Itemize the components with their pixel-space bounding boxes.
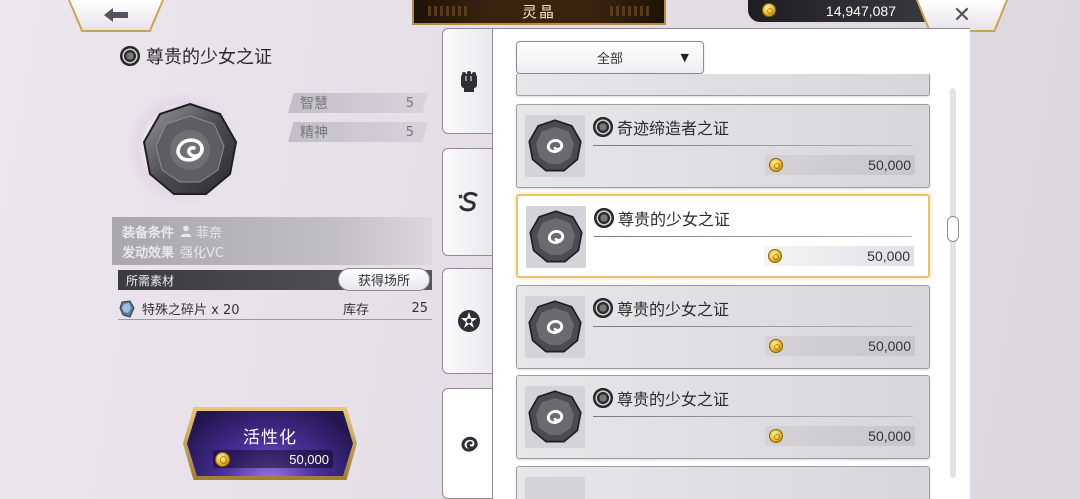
card-title: 尊贵的少女之证 xyxy=(594,206,730,230)
tab-star-emblem[interactable] xyxy=(442,268,494,374)
card-thumbnail xyxy=(525,477,585,499)
list-card[interactable]: 尊贵的少女之证 50,000 xyxy=(516,375,930,459)
card-price: 50,000 xyxy=(765,426,915,446)
star-emblem-icon xyxy=(457,310,480,332)
crystal-gem-icon xyxy=(528,300,582,353)
back-arrow-icon xyxy=(104,8,128,22)
screen-title-plate: 灵晶 xyxy=(414,0,664,23)
emblem-badge-icon xyxy=(593,117,613,137)
activate-label[interactable]: 活性化 xyxy=(187,423,353,448)
gold-coin-icon xyxy=(762,3,776,17)
gold-coin-icon xyxy=(768,249,782,263)
effect-label: 发动效果 xyxy=(122,245,175,261)
equip-conditions-box: 装备条件 菲奈 发动效果 强化VC xyxy=(112,217,432,265)
card-price-value: 50,000 xyxy=(868,428,911,444)
title-ornament-left xyxy=(428,6,468,16)
person-icon xyxy=(180,225,192,237)
currency-display: 14,947,087 xyxy=(748,0,938,22)
filter-dropdown[interactable]: 全部 ▼ xyxy=(516,41,704,74)
scrollbar-thumb[interactable] xyxy=(947,216,959,242)
currency-amount: 14,947,087 xyxy=(825,3,896,19)
activate-cost-value: 50,000 xyxy=(289,451,329,467)
emblem-badge-icon xyxy=(593,298,613,318)
tab-swirl[interactable] xyxy=(442,388,494,499)
list-card[interactable]: 奇迹缔造者之证 50,000 xyxy=(516,104,930,188)
close-icon: ✕ xyxy=(952,2,972,28)
card-price: 50,000 xyxy=(765,336,915,356)
stat-row-wisdom: 智慧 5 xyxy=(288,93,428,113)
obtain-location-label: 获得场所 xyxy=(357,274,410,289)
item-name: 尊贵的少女之证 xyxy=(146,47,272,68)
gold-coin-icon xyxy=(769,429,783,443)
crystal-gem-icon xyxy=(528,119,582,172)
crystal-gem-icon xyxy=(528,390,582,443)
list-card-partial-top[interactable] xyxy=(516,74,930,96)
title-ornament-right xyxy=(610,6,650,16)
card-title: 尊贵的少女之证 xyxy=(593,296,729,320)
card-price-value: 50,000 xyxy=(868,338,911,354)
card-divider xyxy=(593,326,913,327)
stat-label: 精神 xyxy=(300,125,328,141)
emblem-badge-icon xyxy=(120,46,140,66)
materials-header-label: 所需素材 xyxy=(126,273,175,288)
card-title: 尊贵的少女之证 xyxy=(593,386,729,410)
card-name: 尊贵的少女之证 xyxy=(618,210,731,229)
card-divider xyxy=(594,236,912,237)
gold-coin-icon xyxy=(769,339,783,353)
emblem-badge-icon xyxy=(594,208,614,228)
card-thumbnail xyxy=(525,296,585,358)
fist-icon xyxy=(460,71,477,92)
shard-icon xyxy=(119,299,135,318)
stock-value: 25 xyxy=(411,301,428,316)
crystal-gem-icon xyxy=(529,210,583,263)
close-button[interactable]: ✕ xyxy=(918,0,1006,30)
equip-condition-line: 装备条件 菲奈 xyxy=(122,221,422,241)
card-price: 50,000 xyxy=(764,246,914,266)
material-name: 特殊之碎片 x 20 xyxy=(142,303,240,318)
gold-coin-icon xyxy=(215,451,230,467)
filter-selected: 全部 xyxy=(596,52,623,67)
obtain-location-button[interactable]: 获得场所 xyxy=(338,268,430,291)
card-name: 尊贵的少女之证 xyxy=(617,300,730,319)
scrollbar-track[interactable] xyxy=(950,88,956,478)
back-button[interactable] xyxy=(70,0,162,30)
serpent-icon xyxy=(457,191,477,212)
activate-cost: 50,000 xyxy=(213,450,333,468)
stat-value: 5 xyxy=(405,95,414,111)
card-name: 尊贵的少女之证 xyxy=(617,390,730,409)
gold-coin-icon xyxy=(769,158,783,172)
stat-value: 5 xyxy=(405,124,414,140)
card-title: 奇迹缔造者之证 xyxy=(593,115,729,139)
list-card-partial-bottom[interactable] xyxy=(516,466,930,499)
stock-label: 库存 xyxy=(343,303,370,318)
effect-line: 发动效果 强化VC xyxy=(122,241,422,261)
item-title: 尊贵的少女之证 xyxy=(120,43,272,69)
card-price-value: 50,000 xyxy=(868,157,911,173)
stat-label: 智慧 xyxy=(300,96,328,112)
card-name: 奇迹缔造者之证 xyxy=(617,119,730,138)
swirl-icon xyxy=(461,436,478,451)
card-thumbnail xyxy=(526,206,586,268)
crystal-gem-icon xyxy=(142,102,238,195)
dropdown-arrow-icon: ▼ xyxy=(680,51,689,64)
card-thumbnail xyxy=(525,386,585,448)
card-thumbnail xyxy=(525,115,585,177)
effect-value: 强化VC xyxy=(180,245,224,261)
equip-condition-label: 装备条件 xyxy=(122,225,175,241)
screen-title: 灵晶 xyxy=(521,3,556,21)
card-divider xyxy=(593,145,913,146)
card-price-value: 50,000 xyxy=(867,248,910,264)
material-row: 特殊之碎片 x 20 库存 25 xyxy=(118,298,432,320)
emblem-badge-icon xyxy=(593,388,613,408)
card-price: 50,000 xyxy=(765,155,915,175)
list-card-selected[interactable]: 尊贵的少女之证 50,000 xyxy=(516,194,930,278)
equip-condition-value: 菲奈 xyxy=(196,225,223,241)
tab-serpent[interactable] xyxy=(442,148,494,256)
card-divider xyxy=(593,416,913,417)
stat-row-spirit: 精神 5 xyxy=(288,122,428,142)
tab-fist[interactable] xyxy=(442,28,494,134)
list-card[interactable]: 尊贵的少女之证 50,000 xyxy=(516,285,930,369)
